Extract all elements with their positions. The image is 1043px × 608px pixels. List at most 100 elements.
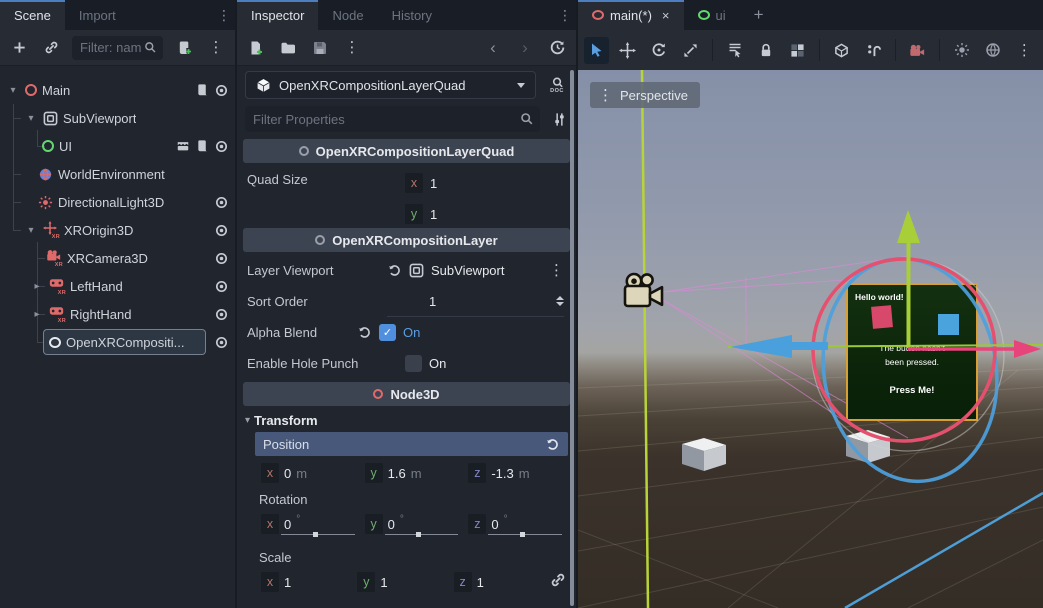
position-z-field[interactable]: z -1.3 m	[468, 463, 566, 483]
spinner-icon[interactable]	[556, 296, 564, 306]
rotation-z-slider[interactable]: z 0 °	[468, 514, 566, 534]
new-scene-tab-button[interactable]: +	[740, 0, 778, 30]
tab-inspector[interactable]: Inspector	[237, 0, 318, 30]
tree-row-righthand[interactable]: ▸ XR RightHand	[0, 300, 235, 328]
camera-gizmo-icon[interactable]	[620, 270, 668, 314]
select-tool-button[interactable]	[584, 37, 609, 64]
scale-tool-button[interactable]	[678, 37, 703, 64]
visibility-eye-icon[interactable]	[214, 307, 229, 322]
tree-row-subviewport[interactable]: ▾ SubViewport	[0, 104, 235, 132]
visibility-eye-icon[interactable]	[214, 223, 229, 238]
slider-track[interactable]	[281, 534, 355, 536]
tab-scene[interactable]: Scene	[0, 0, 65, 30]
resource-menu-icon[interactable]: ⋮	[341, 37, 363, 59]
tree-row-main[interactable]: ▾ Main	[0, 76, 235, 104]
visibility-eye-icon[interactable]	[214, 251, 229, 266]
slider-track[interactable]	[488, 534, 562, 536]
new-resource-button[interactable]	[245, 37, 267, 59]
scene-dock-menu-icon[interactable]: ⋮	[213, 0, 235, 30]
chevron-down-icon[interactable]: ▾	[24, 225, 38, 236]
tab-history[interactable]: History	[378, 0, 446, 30]
sun-settings-button[interactable]	[949, 37, 974, 64]
load-resource-button[interactable]	[277, 37, 299, 59]
position-row[interactable]: Position	[255, 432, 568, 456]
chevron-down-icon[interactable]: ▾	[6, 85, 20, 96]
attach-script-button[interactable]	[173, 37, 195, 59]
tree-row-xrcamera3d[interactable]: XR XRCamera3D	[0, 244, 235, 272]
alpha-blend-checkbox[interactable]: ✓	[379, 324, 396, 341]
visibility-eye-icon[interactable]	[214, 83, 229, 98]
view-menu-button[interactable]: ⋮	[1012, 37, 1037, 64]
tree-row-directionallight3d[interactable]: DirectionalLight3D	[0, 188, 235, 216]
slider-thumb[interactable]	[520, 532, 525, 537]
tree-row-worldenvironment[interactable]: WorldEnvironment	[0, 160, 235, 188]
save-resource-button[interactable]	[309, 37, 331, 59]
lock-selected-button[interactable]	[754, 37, 779, 64]
rotation-y-slider[interactable]: y 0 °	[365, 514, 463, 534]
revert-icon[interactable]	[545, 437, 560, 452]
revert-icon[interactable]	[387, 263, 402, 278]
script-icon[interactable]	[195, 83, 209, 97]
property-tools-button[interactable]	[548, 108, 570, 130]
scale-x-field[interactable]: x 1	[261, 572, 351, 592]
tab-import[interactable]: Import	[65, 0, 130, 30]
move-tool-button[interactable]	[615, 37, 640, 64]
chevron-right-icon[interactable]: ▸	[30, 309, 44, 320]
tree-row-xrorigin3d[interactable]: ▾ XR XROrigin3D	[0, 216, 235, 244]
movie-icon[interactable]	[176, 139, 190, 153]
scale-z-field[interactable]: z 1	[454, 572, 544, 592]
visibility-eye-icon[interactable]	[214, 195, 229, 210]
properties-filter-input[interactable]	[253, 112, 520, 127]
history-button[interactable]	[546, 37, 568, 59]
section-header-node3d[interactable]: Node3D	[243, 382, 570, 406]
node-type-dropdown[interactable]: OpenXRCompositionLayerQuad	[245, 71, 536, 99]
slider-track[interactable]	[385, 534, 459, 536]
inspector-menu-icon[interactable]: ⋮	[554, 0, 576, 30]
resource-options-icon[interactable]: ⋮	[549, 263, 564, 278]
scale-link-button[interactable]	[550, 572, 566, 592]
tree-row-openxrcomposition[interactable]: OpenXRCompositi...	[0, 328, 235, 356]
revert-icon[interactable]	[357, 325, 372, 340]
instance-scene-button[interactable]	[40, 37, 62, 59]
sort-order-field[interactable]: 1	[387, 286, 564, 317]
transform-group-toggle[interactable]: ▾ Transform	[237, 409, 576, 430]
list-select-button[interactable]	[722, 37, 747, 64]
back-button[interactable]: ‹	[482, 37, 504, 59]
visibility-eye-icon[interactable]	[214, 335, 229, 350]
scene-filter-input[interactable]	[80, 40, 144, 55]
position-y-field[interactable]: y 1.6 m	[365, 463, 463, 483]
tab-ui-scene[interactable]: ui	[684, 0, 740, 30]
quad-size-x-field[interactable]: x 1	[405, 172, 564, 194]
tab-main-scene[interactable]: main(*) ×	[578, 0, 684, 30]
slider-thumb[interactable]	[313, 532, 318, 537]
tree-row-ui[interactable]: UI	[0, 132, 235, 160]
hole-punch-checkbox[interactable]	[405, 355, 422, 372]
position-x-field[interactable]: x 0 m	[261, 463, 359, 483]
perspective-menu-button[interactable]: ⋮ Perspective	[590, 82, 700, 108]
chevron-right-icon[interactable]: ▸	[30, 281, 44, 292]
rotate-tool-button[interactable]	[647, 37, 672, 64]
forward-button[interactable]: ›	[514, 37, 536, 59]
viewport-canvas[interactable]: Hello world! The button hasn't been pres…	[578, 70, 1043, 608]
environment-settings-button[interactable]	[980, 37, 1005, 64]
scale-y-field[interactable]: y 1	[357, 572, 447, 592]
quad-size-y-field[interactable]: y 1	[405, 203, 564, 225]
chevron-down-icon[interactable]: ▾	[24, 113, 38, 124]
visibility-eye-icon[interactable]	[214, 279, 229, 294]
group-selected-button[interactable]	[785, 37, 810, 64]
layer-viewport-field[interactable]: SubViewport ⋮	[387, 255, 564, 286]
inspector-scrollbar[interactable]	[570, 70, 574, 606]
tab-node[interactable]: Node	[318, 0, 377, 30]
use-snap-button[interactable]	[829, 37, 854, 64]
scene-tree-menu-icon[interactable]: ⋮	[205, 37, 227, 59]
rotation-x-slider[interactable]: x 0 °	[261, 514, 359, 534]
tree-row-lefthand[interactable]: ▸ XR LeftHand	[0, 272, 235, 300]
slider-thumb[interactable]	[416, 532, 421, 537]
section-header-openxrcompositionlayer[interactable]: OpenXRCompositionLayer	[243, 228, 570, 252]
section-header-openxrcompositionlayerquad[interactable]: OpenXRCompositionLayerQuad	[243, 139, 570, 163]
open-docs-button[interactable]: DOC	[544, 77, 570, 94]
camera-preview-button[interactable]	[905, 37, 930, 64]
add-node-button[interactable]	[8, 37, 30, 59]
close-tab-icon[interactable]: ×	[662, 8, 670, 23]
visibility-eye-icon[interactable]	[214, 139, 229, 154]
